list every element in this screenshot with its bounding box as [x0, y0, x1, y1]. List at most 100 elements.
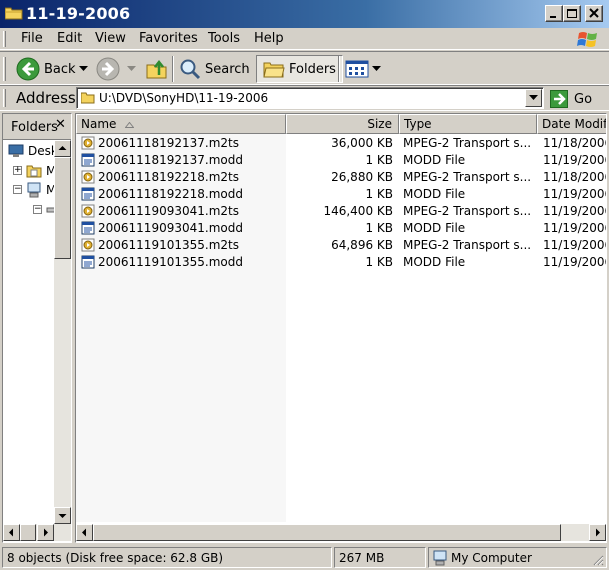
file-date: 11/19/2006 [543, 238, 607, 252]
desktop-icon [8, 144, 24, 157]
file-row[interactable]: 20061118192137.modd 1 KB MODD File 11/19/20… [76, 152, 606, 169]
scroll-right-button[interactable] [37, 524, 54, 541]
file-type: MODD File [403, 221, 466, 235]
menu-file[interactable]: File [21, 31, 43, 46]
search-icon [180, 59, 201, 80]
scroll-down-button[interactable] [54, 507, 71, 524]
m2ts-file-icon [81, 170, 95, 184]
back-dropdown-button[interactable] [79, 55, 88, 83]
status-bar: 8 objects (Disk free space: 62.8 GB) 267… [0, 545, 609, 570]
menu-help[interactable]: Help [254, 31, 284, 46]
m2ts-file-icon [81, 136, 95, 150]
scroll-thumb[interactable] [20, 524, 36, 541]
back-button[interactable]: Back [16, 55, 76, 83]
file-date: 11/19/2006 [543, 221, 607, 235]
folders-button[interactable]: Folders [256, 55, 343, 83]
file-size: 146,400 KB [323, 204, 393, 218]
views-icon [345, 60, 369, 78]
file-name: 20061119093041.modd [98, 221, 243, 235]
file-name: 20061118192137.modd [98, 153, 243, 167]
column-header-type[interactable]: Type [399, 114, 537, 134]
close-icon[interactable]: ✕ [55, 117, 66, 132]
views-button[interactable] [345, 55, 369, 83]
tree-item-my-documents[interactable]: + M [13, 162, 56, 179]
file-row[interactable]: 20061119093041.m2ts 146,400 KB MPEG-2 Tran… [76, 203, 606, 220]
menu-grip[interactable] [3, 31, 6, 47]
tree-item-my-computer[interactable]: − M [13, 181, 56, 198]
go-label: Go [574, 91, 593, 107]
collapse-icon[interactable]: − [33, 205, 42, 214]
toolbar-separator [338, 56, 340, 82]
file-row[interactable]: 20061119101355.modd 1 KB MODD File 11/19/20… [76, 254, 606, 271]
column-header-type-label: Type [404, 117, 432, 131]
address-dropdown-button[interactable] [525, 89, 542, 107]
file-name: 20061118192218.modd [98, 187, 243, 201]
file-date: 11/19/2006 [543, 187, 607, 201]
menu-view[interactable]: View [95, 31, 126, 46]
views-dropdown-button[interactable] [372, 55, 381, 83]
file-date: 11/18/2006 [543, 136, 607, 150]
column-header-size[interactable]: Size [286, 114, 399, 134]
maximize-button[interactable] [563, 5, 581, 22]
menu-tools[interactable]: Tools [208, 31, 240, 46]
chevron-down-icon [127, 66, 136, 71]
scroll-left-button[interactable] [76, 524, 93, 541]
folders-icon [263, 62, 285, 78]
file-date: 11/18/2006 [543, 170, 607, 184]
scroll-up-button[interactable] [54, 140, 71, 157]
file-size: 1 KB [365, 255, 393, 269]
menu-edit[interactable]: Edit [57, 31, 82, 46]
search-label: Search [205, 61, 250, 77]
forward-dropdown-button[interactable] [127, 55, 136, 83]
tree-item-drive[interactable]: − [33, 201, 56, 218]
file-name: 20061118192137.m2ts [98, 136, 239, 150]
file-row[interactable]: 20061118192137.m2ts 36,000 KB MPEG-2 Trans… [76, 135, 607, 152]
menu-favorites[interactable]: Favorites [139, 31, 198, 46]
status-location-text: My Computer [451, 551, 532, 565]
scroll-right-button[interactable] [589, 524, 606, 541]
status-objects: 8 objects (Disk free space: 62.8 GB) [2, 547, 332, 568]
menu-bar: File Edit View Favorites Tools Help [0, 28, 609, 50]
file-list-horizontal-scrollbar[interactable] [76, 524, 606, 541]
file-size: 1 KB [365, 221, 393, 235]
resize-grip-icon[interactable] [592, 554, 604, 566]
address-bar: Address U:\DVD\SonyHD\11-19-2006 Go [0, 85, 609, 111]
file-size: 26,880 KB [331, 170, 393, 184]
file-type: MPEG-2 Transport s... [403, 238, 532, 252]
collapse-icon[interactable]: − [13, 185, 22, 194]
address-grip[interactable] [3, 89, 6, 107]
column-header-date-label: Date Modif [542, 117, 607, 131]
tree-item-desktop[interactable]: Desk [8, 142, 58, 159]
forward-button[interactable] [96, 55, 120, 83]
toolbar-grip[interactable] [3, 57, 6, 81]
chevron-down-icon [372, 66, 381, 71]
column-header-name[interactable]: Name [76, 114, 286, 134]
file-type: MPEG-2 Transport s... [403, 204, 532, 218]
scroll-left-button[interactable] [3, 524, 20, 541]
chevron-left-icon [9, 528, 13, 537]
close-button[interactable] [585, 5, 603, 22]
scroll-thumb[interactable] [93, 524, 561, 541]
file-row[interactable]: 20061119101355.m2ts 64,896 KB MPEG-2 Trans… [76, 237, 607, 254]
minimize-button[interactable] [545, 5, 563, 22]
file-row[interactable]: 20061118192218.m2ts 26,880 KB MPEG-2 Trans… [76, 169, 607, 186]
go-arrow-icon [550, 90, 568, 108]
column-header-date[interactable]: Date Modif [537, 114, 607, 134]
address-label: Address [16, 89, 76, 107]
title-bar[interactable]: 11-19-2006 [0, 0, 609, 28]
folders-vertical-scrollbar[interactable] [54, 140, 71, 524]
file-name: 20061119101355.modd [98, 255, 243, 269]
up-folder-button[interactable] [145, 55, 169, 83]
standard-toolbar: Back Search Folders [0, 51, 609, 85]
chevron-down-icon [58, 514, 67, 518]
expand-icon[interactable]: + [13, 166, 22, 175]
window-title: 11-19-2006 [26, 4, 131, 23]
scroll-thumb[interactable] [54, 157, 71, 259]
file-type: MPEG-2 Transport s... [403, 136, 532, 150]
search-button[interactable]: Search [179, 55, 250, 83]
file-row[interactable]: 20061118192218.modd 1 KB MODD File 11/19/20… [76, 186, 607, 203]
file-row[interactable]: 20061119093041.modd 1 KB MODD File 11/19/20… [76, 220, 607, 237]
folders-horizontal-scrollbar[interactable] [3, 524, 71, 541]
address-input[interactable]: U:\DVD\SonyHD\11-19-2006 [76, 87, 544, 109]
go-button[interactable]: Go [550, 89, 592, 109]
